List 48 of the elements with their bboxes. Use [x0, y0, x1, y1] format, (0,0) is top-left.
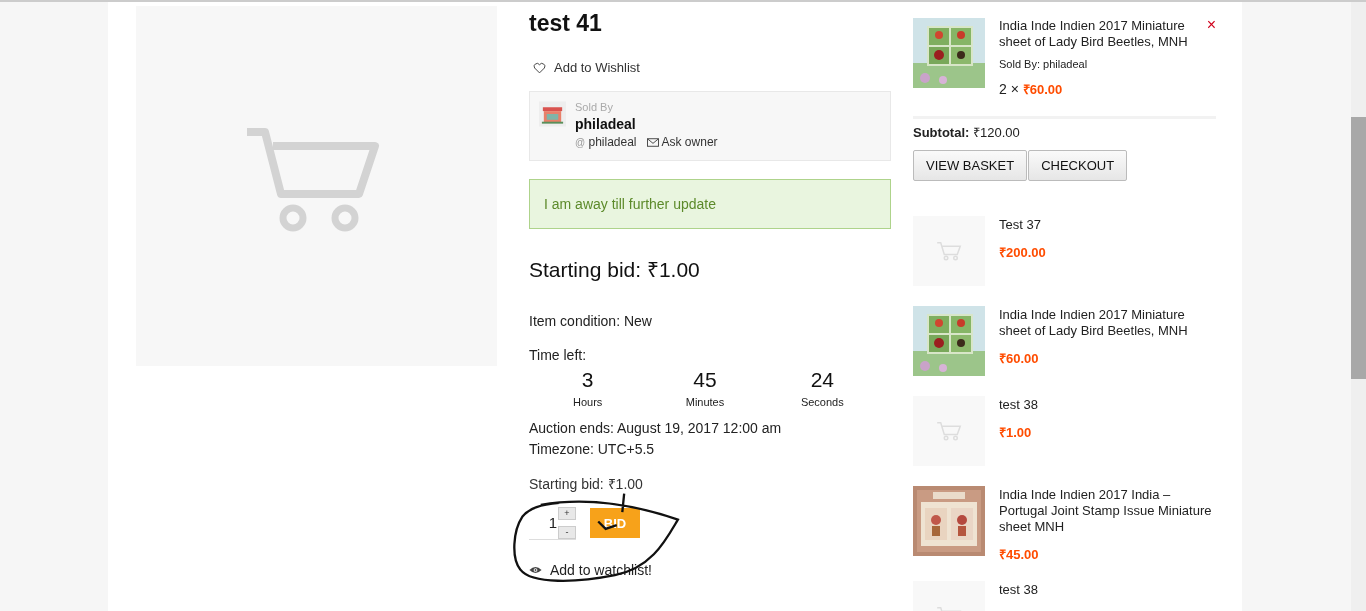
auction-ends: Auction ends: August 19, 2017 12:00 am [529, 419, 783, 436]
timezone: Timezone: UTC+5.5 [529, 440, 656, 457]
product-title[interactable]: India Inde Indien 2017 India – Portugal Joint Stamp Issue Miniature sheet MNH [999, 487, 1216, 535]
price: ₹45.00 [999, 546, 1040, 563]
decrement-button[interactable]: - [558, 525, 576, 539]
sold-by-label: Sold By [575, 100, 614, 114]
sold-by-label: Sold By: [999, 58, 1040, 70]
heart-icon [533, 61, 546, 74]
countdown-value: 45 [693, 366, 717, 393]
starting-bid: Starting bid: ₹1.00 [529, 474, 644, 493]
price: ₹200.00 [999, 244, 1046, 261]
subtotal-label: Subtotal: [913, 125, 970, 140]
item-condition: Item condition: New [529, 312, 653, 329]
seller-name: philadeal [1043, 58, 1088, 70]
time-left-label: Time left: [529, 346, 588, 363]
seller-handle-link[interactable]: @ philadeal [575, 133, 637, 151]
seller-name: philadeal [575, 114, 637, 134]
countdown-value: 3 [581, 366, 594, 393]
scrollbar[interactable] [1351, 2, 1366, 611]
quantity-field[interactable]: 1 [529, 514, 558, 531]
cart-icon [936, 420, 962, 442]
product-title: test 41 [529, 10, 603, 36]
product-title[interactable]: test 38 [999, 397, 1039, 413]
price: ₹1.00 [999, 424, 1033, 441]
increment-button[interactable]: + [558, 506, 576, 520]
product-title[interactable]: Test 37 [999, 217, 1046, 233]
price: ₹60.00 [999, 350, 1040, 367]
countdown-unit: Seconds [800, 395, 844, 408]
scrollbar-thumb[interactable] [1351, 117, 1366, 379]
remove-button[interactable]: × [1206, 18, 1216, 32]
countdown-unit: Hours [573, 395, 603, 408]
product-title[interactable]: test 38 [999, 582, 1039, 598]
wishlist-link[interactable]: Add to Wishlist [533, 60, 640, 75]
checkout-button[interactable]: CHECKOUT [1028, 150, 1128, 181]
starting-bid: Starting bid: ₹1.00 [529, 256, 701, 283]
envelope-icon [646, 137, 659, 147]
product-title[interactable]: India Inde Indien 2017 Miniature sheet of Lady Bird Beetles, MNH [999, 307, 1216, 339]
ask-owner-link[interactable]: Ask owner [646, 133, 718, 151]
cart-icon [936, 240, 962, 262]
store-icon [539, 100, 566, 127]
view-basket-button[interactable]: VIEW BASKET [913, 150, 1028, 181]
subtotal-value: ₹120.00 [972, 125, 1020, 140]
away-notice: I am away till further update [529, 178, 891, 229]
quantity: 2 × [999, 81, 1019, 97]
price: ₹60.00 [1022, 82, 1063, 97]
countdown-unit: Minutes [685, 395, 725, 408]
countdown-value: 24 [810, 366, 834, 393]
cart-item-title[interactable]: India Inde Indien 2017 Miniature sheet of Lady Bird Beetles, MNH [999, 18, 1207, 50]
